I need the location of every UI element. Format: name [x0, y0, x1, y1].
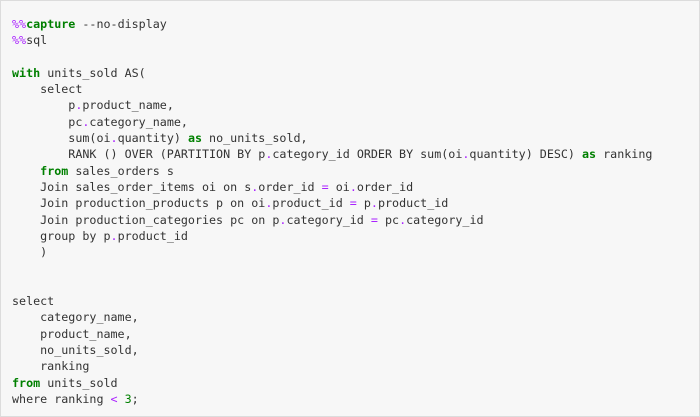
code-token: as	[187, 131, 203, 146]
code-token: ranking	[596, 147, 653, 162]
code-token: Join production_categories pc on p	[12, 212, 280, 227]
code-line: from units_sold	[12, 375, 652, 391]
code-token: no_units_sold,	[12, 342, 139, 357]
code-token: select	[12, 294, 55, 309]
code-token: group by p	[12, 228, 111, 243]
code-editor[interactable]: %%capture --no-display %%sql with units_so…	[12, 16, 652, 407]
code-line: p.product_name,	[12, 97, 652, 113]
code-token: .	[370, 196, 378, 211]
code-token: =	[349, 196, 357, 211]
code-token: ranking	[12, 359, 90, 374]
code-token: Join sales_order_items oi on s	[12, 179, 252, 194]
code-line: product_name,	[12, 326, 652, 342]
code-line: from sales_orders s	[12, 163, 652, 179]
code-token: product_id	[272, 196, 350, 211]
code-token: sum(oi	[12, 131, 111, 146]
code-token: order_id	[356, 179, 414, 194]
code-line: pc.category_name,	[12, 114, 652, 130]
code-token: capture	[26, 17, 76, 31]
code-token: quantity)	[117, 131, 188, 146]
code-token: <	[110, 391, 118, 406]
code-token: product_name,	[12, 326, 132, 341]
code-line: Join production_products p on oi.product…	[12, 195, 652, 211]
code-line: RANK () OVER (PARTITION BY p.category_id…	[12, 146, 652, 162]
code-token: Join production_products p on oi	[12, 196, 266, 211]
code-token: select	[12, 82, 83, 97]
code-token: with	[12, 65, 41, 80]
code-token: --no-display	[75, 17, 167, 31]
code-line: select	[12, 293, 652, 309]
code-token: category_id ORDER BY sum(oi	[272, 147, 463, 162]
code-token: pc	[12, 114, 83, 129]
code-token: =	[370, 212, 378, 227]
code-token: category_name,	[12, 310, 139, 325]
code-token: ;	[131, 391, 139, 406]
code-line: with units_sold AS(	[12, 65, 652, 81]
code-token: product_id	[117, 228, 188, 243]
code-cell-input[interactable]: %%capture --no-display %%sql with units_so…	[0, 0, 700, 417]
code-token: from	[12, 375, 41, 390]
code-token: oi	[328, 179, 350, 194]
code-token: category_id	[406, 212, 484, 227]
code-line: Join production_categories pc on p.categ…	[12, 212, 652, 228]
code-line: sum(oi.quantity) as no_units_sold,	[12, 130, 652, 146]
code-token: units_sold	[40, 375, 118, 390]
code-token: =	[321, 179, 329, 194]
code-token: order_id	[258, 179, 322, 194]
code-token: product_name,	[82, 98, 174, 113]
code-token: product_id	[377, 196, 449, 211]
code-token: category_name,	[89, 114, 188, 129]
code-line: ranking	[12, 358, 652, 374]
code-token: sql	[26, 33, 48, 48]
code-token: sales_orders s	[68, 163, 174, 178]
code-line: no_units_sold,	[12, 342, 652, 358]
code-token: %%	[12, 33, 27, 48]
code-token: .	[349, 179, 357, 194]
code-token: p	[12, 98, 76, 113]
code-line: )	[12, 244, 652, 260]
code-token: no_units_sold,	[202, 131, 308, 146]
code-line: group by p.product_id	[12, 228, 652, 244]
code-token: where ranking	[12, 391, 111, 406]
code-token: .	[110, 228, 118, 243]
code-token: units_sold AS(	[40, 65, 146, 80]
code-token: )	[12, 245, 48, 260]
code-line: where ranking < 3;	[12, 391, 652, 407]
code-line: category_name,	[12, 309, 652, 325]
code-token: .	[110, 131, 118, 146]
code-token: 3	[124, 391, 132, 406]
code-token: quantity) DESC)	[469, 147, 583, 162]
code-token: from	[40, 163, 69, 178]
code-line: %%capture --no-display	[12, 16, 652, 32]
code-token: pc	[377, 212, 400, 227]
code-token: category_id	[286, 212, 371, 227]
code-token: as	[582, 147, 597, 162]
code-token: RANK () OVER (PARTITION BY p	[12, 147, 266, 162]
code-line: Join sales_order_items oi on s.order_id …	[12, 179, 652, 195]
code-line: %%sql	[12, 32, 652, 48]
code-line: select	[12, 81, 652, 97]
code-token: %%	[12, 17, 27, 31]
code-token: p	[356, 196, 371, 211]
